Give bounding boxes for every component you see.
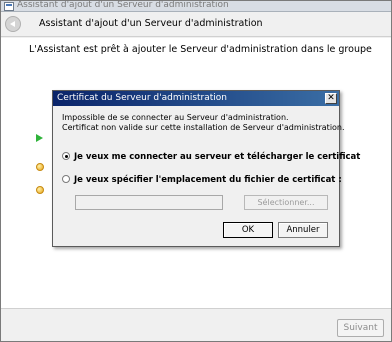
wizard-footer: Suivant [1,308,391,341]
window-title: Assistant d'ajout d'un Serveur d'adminis… [17,0,229,10]
dialog-message-line: Certificat non valide sur cette installa… [62,123,345,132]
wizard-title: Assistant d'ajout d'un Serveur d'adminis… [39,18,263,29]
dialog-message-line: Impossible de se connecter au Serveur d'… [62,113,289,122]
pending-step-dot-icon [36,186,44,194]
radio-specify-certificate[interactable] [62,175,70,183]
certificate-path-field[interactable] [75,195,223,210]
option-download-certificate[interactable]: Je veux me connecter au serveur et téléc… [62,152,360,162]
next-button[interactable]: Suivant [337,319,384,337]
pending-step-dot-icon [36,163,44,171]
cancel-button[interactable]: Annuler [278,222,328,238]
option-specify-certificate[interactable]: Je veux spécifier l'emplacement du fichi… [62,175,342,185]
option-specify-label: Je veux spécifier l'emplacement du fichi… [74,175,342,185]
certificate-dialog: Certificat du Serveur d'administration ✕… [52,90,360,247]
radio-download-certificate[interactable] [62,152,70,160]
app-window-icon [4,2,14,11]
wizard-header: Assistant d'ajout d'un Serveur d'adminis… [1,12,391,37]
dialog-title: Certificat du Serveur d'administration [57,93,227,103]
option-download-label: Je veux me connecter au serveur et téléc… [74,152,361,162]
close-icon[interactable]: ✕ [325,93,337,104]
dialog-message: Impossible de se connecter au Serveur d'… [62,113,345,133]
wizard-intro-text: L'Assistant est prêt à ajouter le Serveu… [29,44,372,55]
current-step-arrow-icon [36,134,43,142]
ok-button[interactable]: OK [223,222,273,238]
dialog-titlebar: Certificat du Serveur d'administration ✕ [53,91,339,106]
browse-button[interactable]: Sélectionner... [244,195,328,210]
back-arrow-icon[interactable] [5,16,21,32]
window-titlebar: Assistant d'ajout d'un Serveur d'adminis… [1,0,391,12]
